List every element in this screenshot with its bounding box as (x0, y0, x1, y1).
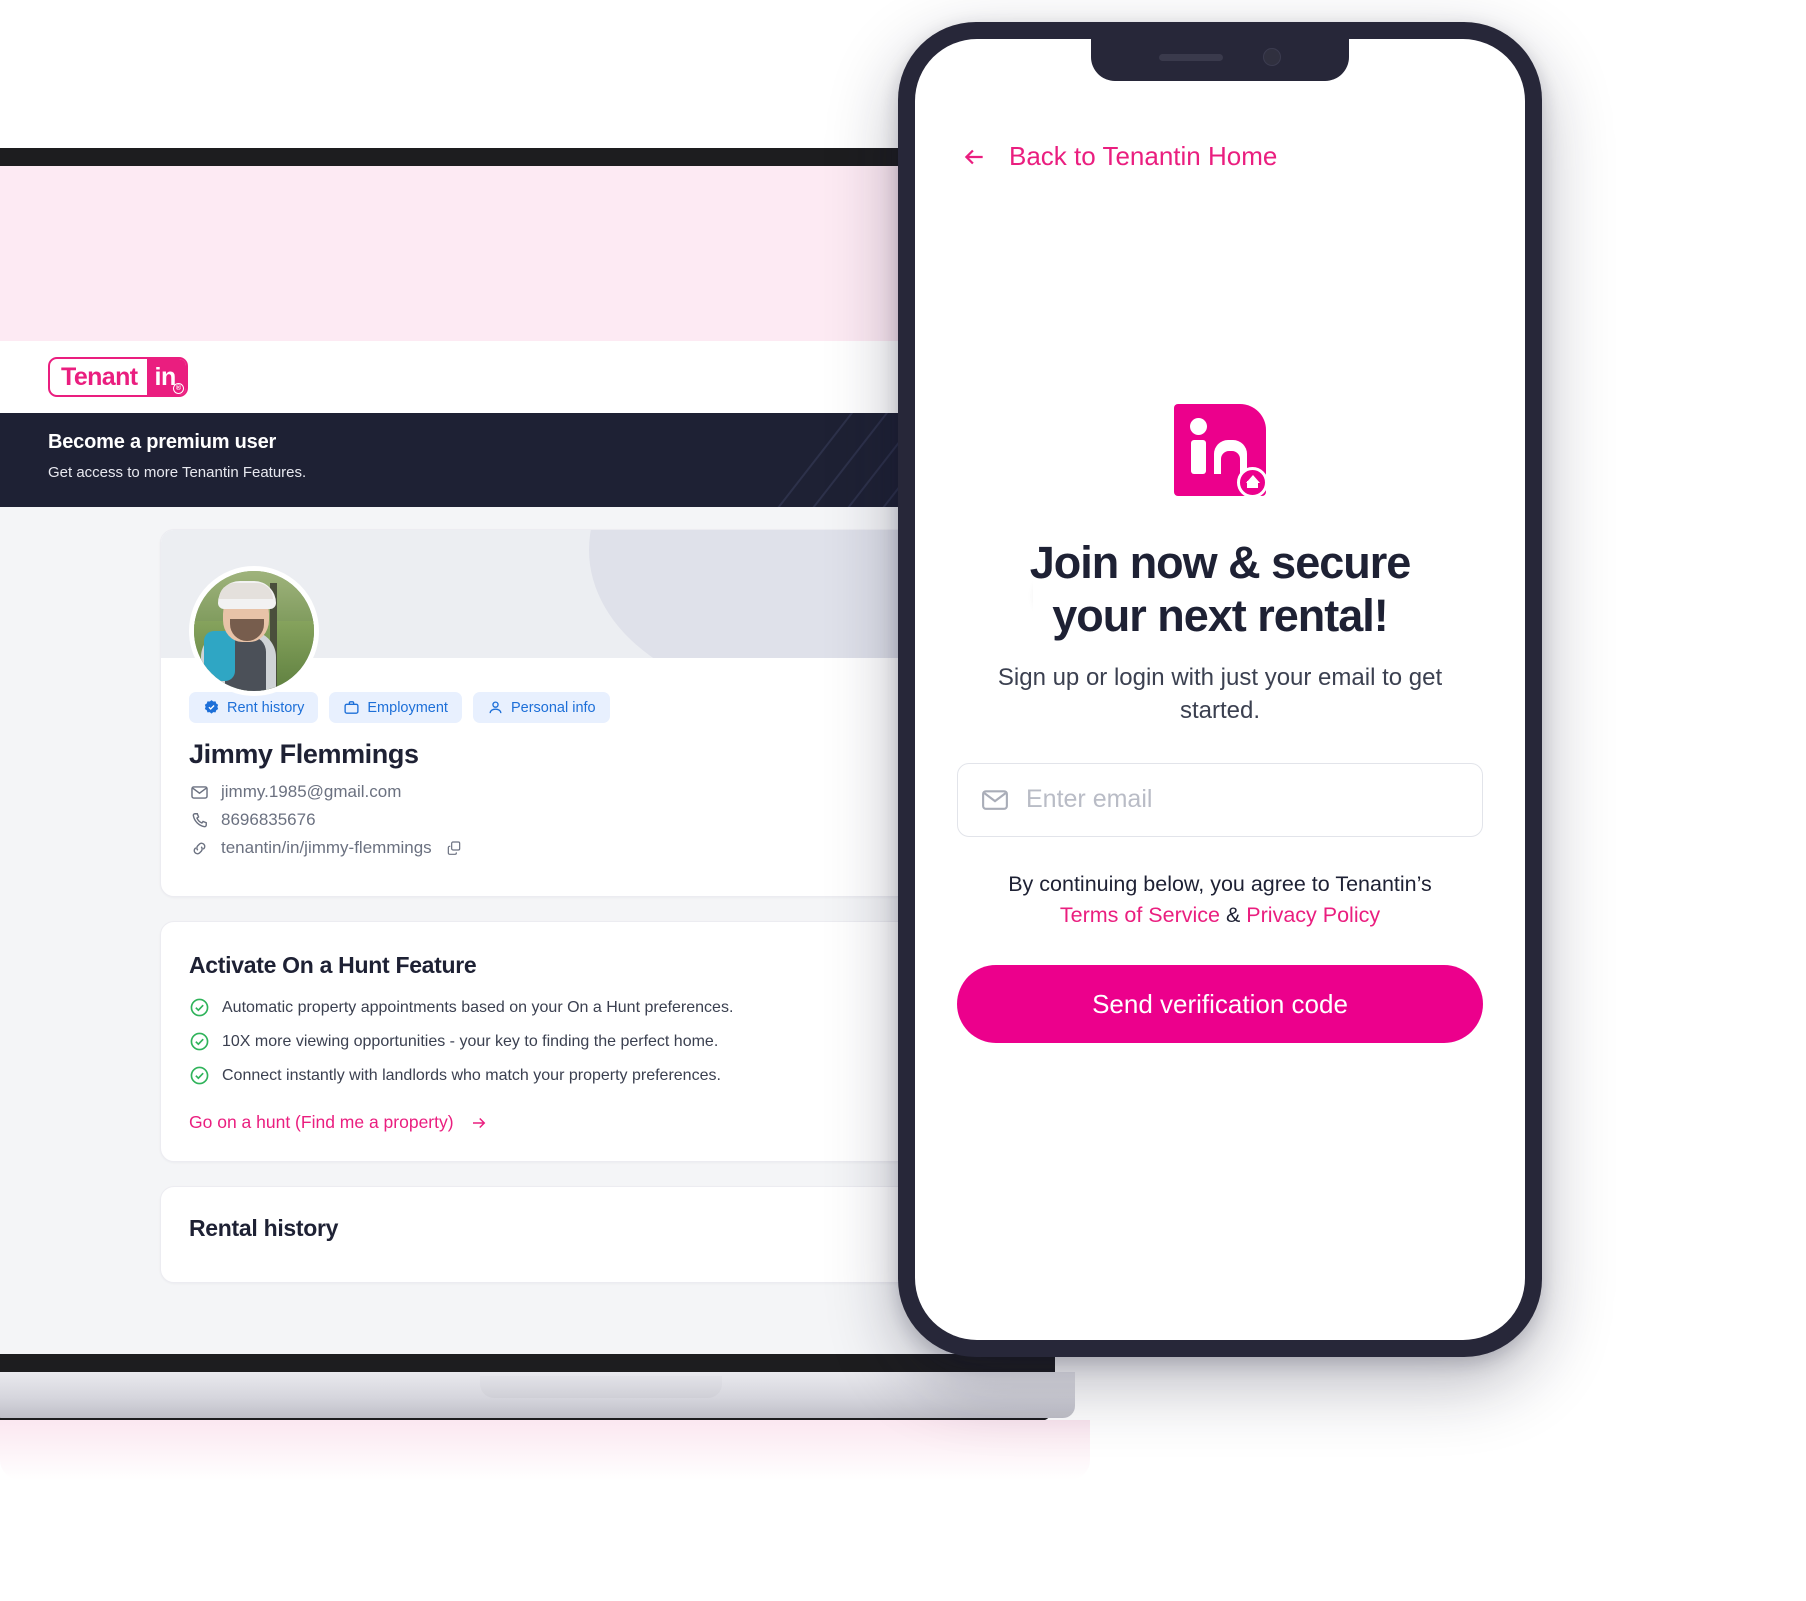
laptop-screen: Tenant in ® Become a premium user Get ac… (0, 166, 1033, 1356)
premium-banner[interactable]: Become a premium user Get access to more… (0, 413, 1033, 507)
link-icon (189, 838, 209, 858)
tenantin-in-logo (1174, 404, 1268, 498)
send-verification-code-button[interactable]: Send verification code (957, 965, 1483, 1044)
logo-in-mark: in ® (146, 359, 186, 395)
signup-screen: Back to Tenantin Home Join now & secure … (915, 39, 1525, 1340)
badge-rent-history[interactable]: Rent history (189, 692, 319, 723)
hunt-item-label: Connect instantly with landlords who mat… (222, 1066, 721, 1084)
tenantin-logo[interactable]: Tenant in ® (48, 357, 188, 397)
copy-icon[interactable] (444, 838, 464, 858)
screenshot-root: Tenant in ® Become a premium user Get ac… (0, 0, 1806, 1601)
bottom-reflection (0, 1420, 1090, 1480)
phone-icon (189, 810, 209, 830)
logo-i-stem (1191, 440, 1206, 474)
badge-label: Employment (367, 699, 448, 716)
email-input[interactable]: Enter email (1026, 785, 1152, 814)
avatar-photo (194, 571, 314, 691)
person-icon (489, 701, 502, 714)
tenantin-web-app: Tenant in ® Become a premium user Get ac… (0, 341, 1033, 1356)
mail-icon (982, 790, 1008, 810)
signup-heading-line1: Join now & secure (1029, 537, 1412, 588)
badge-label: Personal info (510, 699, 596, 716)
phone-screen: Back to Tenantin Home Join now & secure … (915, 39, 1525, 1340)
logo-wordmark: Tenant (61, 362, 138, 391)
check-circle-icon (190, 1032, 209, 1051)
registered-icon: ® (172, 383, 184, 394)
profile-phone: 8696835676 (221, 810, 316, 829)
signup-subheading: Sign up or login with just your email to… (997, 664, 1443, 724)
avatar (189, 566, 319, 696)
signup-heading: Join now & secure your next rental! (957, 536, 1483, 642)
privacy-policy-link[interactable]: Privacy Policy (1246, 903, 1380, 927)
page-background-band (0, 166, 1033, 341)
laptop-mockup: Tenant in ® Become a premium user Get ac… (0, 148, 1075, 1423)
hunt-item-label: Automatic property appointments based on… (222, 998, 734, 1016)
check-circle-icon (190, 998, 209, 1017)
phone-notch (1091, 39, 1349, 81)
logo-i-dot (1190, 418, 1207, 435)
back-to-home-link[interactable]: Back to Tenantin Home (957, 141, 1483, 172)
logo-n-cut (1221, 451, 1240, 474)
terms-text: By continuing below, you agree to Tenant… (957, 869, 1483, 931)
badge-employment[interactable]: Employment (329, 692, 462, 723)
briefcase-icon (344, 701, 359, 714)
badge-label: Rent history (227, 699, 305, 716)
email-input-wrapper[interactable]: Enter email (957, 762, 1483, 837)
phone-mockup: Back to Tenantin Home Join now & secure … (898, 22, 1542, 1357)
phone-speaker (1159, 53, 1223, 61)
go-on-a-hunt-label: Go on a hunt (Find me a property) (189, 1112, 454, 1132)
phone-camera-icon (1263, 48, 1281, 66)
terms-prefix: By continuing below, you agree to Tenant… (1008, 871, 1432, 896)
laptop-bezel: Tenant in ® Become a premium user Get ac… (0, 148, 1055, 1422)
arrow-right-icon (472, 1117, 485, 1128)
terms-ampersand: & (1225, 903, 1241, 928)
laptop-base-notch (480, 1376, 722, 1398)
badge-personal-info[interactable]: Personal info (472, 692, 610, 723)
terms-of-service-link[interactable]: Terms of Service (1060, 903, 1220, 927)
hunt-item-label: 10X more viewing opportunities - your ke… (222, 1032, 719, 1050)
profile-email: jimmy.1985@gmail.com (221, 782, 402, 801)
back-to-home-label: Back to Tenantin Home (1009, 141, 1278, 171)
check-circle-icon (190, 1066, 209, 1085)
profile-url: tenantin/in/jimmy-flemmings (221, 838, 432, 857)
arrow-left-icon (964, 149, 983, 164)
mail-icon (189, 782, 209, 802)
signup-heading-line2: your next rental! (1052, 590, 1389, 642)
app-topbar: Tenant in ® (0, 341, 1033, 413)
verified-badge-icon (204, 700, 219, 714)
home-icon (1237, 467, 1268, 498)
